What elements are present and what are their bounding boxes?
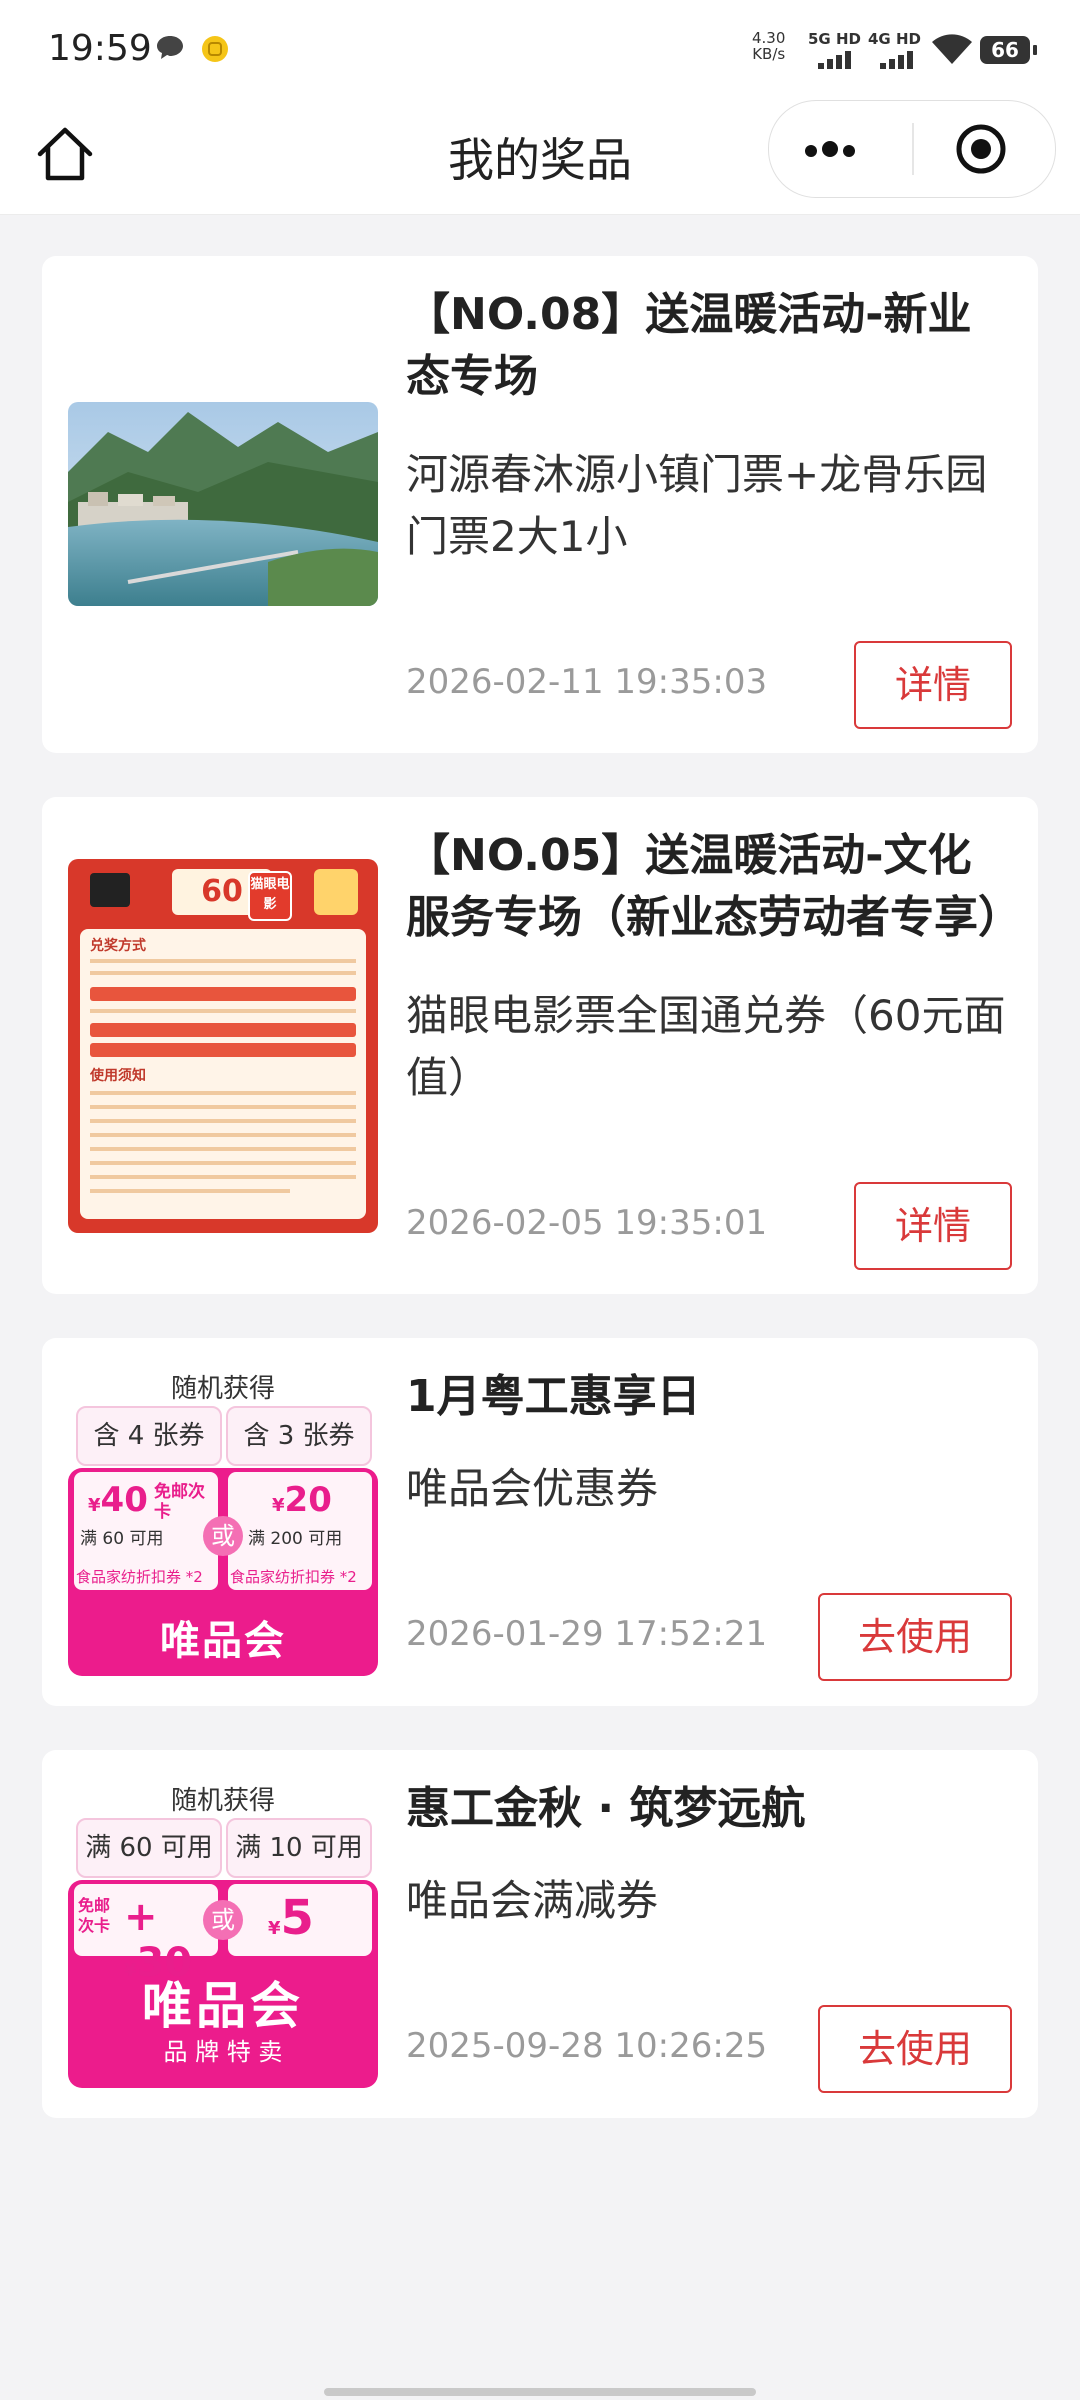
maoyan-thumbnail: 60 猫眼电影 兑奖方式 使用须知 [68, 859, 378, 1233]
vip-coupon-body: 免邮次卡 +¥30 ¥5 或 唯品会 品 牌 特 卖 [68, 1880, 378, 2088]
coupon-subtext: 食品家纺折扣券 *2 [76, 1568, 203, 1586]
coupon-tab: 满 10 可用 [226, 1818, 372, 1878]
prize-title: 【NO.08】送温暖活动-新业态专场 [406, 289, 972, 402]
vip-slogan: 品 牌 特 卖 [163, 2038, 283, 2066]
prize-date: 2026-02-11 19:35:03 [406, 662, 768, 702]
more-icon[interactable] [805, 129, 885, 169]
coupon-amount: 5 [280, 1890, 314, 1946]
rules-heading: 使用须知 [90, 1068, 146, 1084]
coupon-subtext: 食品家纺折扣券 *2 [230, 1568, 357, 1586]
thumb-header: 随机获得 [170, 1374, 275, 1404]
status-time: 19:59 [48, 28, 152, 69]
coupon-right: ¥5 [228, 1884, 372, 1956]
message-icon [157, 36, 183, 59]
prize-title: 【NO.05】送温暖活动-文化服务专场（新业态劳动者专享） [406, 830, 1022, 943]
detail-button[interactable]: 详情 [854, 641, 1012, 729]
rules-heading: 兑奖方式 [90, 938, 146, 954]
gesture-home-indicator[interactable] [324, 2388, 756, 2396]
vip-brand: 唯品会 [160, 1618, 286, 1664]
coupon-left: ¥40 免邮次卡 满 60 可用 食品家纺折扣券 *2 [74, 1472, 218, 1590]
coupon-condition: 满 60 可用 [80, 1529, 164, 1549]
free-shipping-card: 免邮次卡 [154, 1482, 205, 1522]
or-badge: 或 [203, 1516, 243, 1556]
popcorn-icon [314, 869, 358, 915]
prize-card: 60 猫眼电影 兑奖方式 使用须知 【NO.05】送温暖活动-文化服务专场（新业… [42, 797, 1038, 1294]
prize-date: 2025-09-28 10:26:25 [406, 2026, 768, 2066]
mini-program-capsule [768, 100, 1056, 198]
prize-card: 随机获得 含 4 张券 含 3 张券 ¥40 免邮次卡 满 60 可用 食品家纺… [42, 1338, 1038, 1706]
coin-icon [202, 36, 228, 62]
vip-coupon-thumbnail: 随机获得 含 4 张券 含 3 张券 ¥40 免邮次卡 满 60 可用 食品家纺… [68, 1368, 378, 1676]
battery-icon: 66 [980, 36, 1037, 64]
prize-date: 2026-02-05 19:35:01 [406, 1203, 768, 1243]
prize-title: 惠工金秋 · 筑梦远航 [406, 1783, 806, 1834]
vip-coupon-thumbnail: 随机获得 满 60 可用 满 10 可用 免邮次卡 +¥30 ¥5 或 唯品会 … [68, 1780, 378, 2088]
signal-label-2: 4G HD [868, 30, 921, 48]
coupon-amount: 40 [100, 1480, 148, 1520]
signal-bars-icon [880, 50, 920, 69]
detail-button[interactable]: 详情 [854, 1182, 1012, 1270]
prize-card: 【NO.08】送温暖活动-新业态专场 河源春沐源小镇门票+龙骨乐园门票2大1小 … [42, 256, 1038, 753]
prize-desc: 河源春沐源小镇门票+龙骨乐园门票2大1小 [406, 450, 988, 561]
free-shipping-card: 免邮次卡 [78, 1896, 111, 1935]
prize-date: 2026-01-29 17:52:21 [406, 1614, 768, 1654]
net-speed-unit: KB/s [752, 45, 786, 63]
vip-coupon-body: ¥40 免邮次卡 满 60 可用 食品家纺折扣券 *2 ¥20 满 200 可用… [68, 1468, 378, 1676]
net-speed: 4.30 KB/s [752, 30, 785, 62]
prize-desc: 唯品会满减券 [406, 1876, 659, 1925]
vip-brand: 唯品会 [142, 1977, 304, 2035]
net-speed-value: 4.30 [752, 29, 786, 47]
coupon-tab: 满 60 可用 [76, 1818, 222, 1878]
wifi-icon [932, 34, 972, 64]
coupon-right: ¥20 满 200 可用 食品家纺折扣券 *2 [228, 1472, 372, 1590]
coupon-left: 免邮次卡 +¥30 [74, 1884, 218, 1986]
coupon-tab: 含 4 张券 [76, 1406, 222, 1466]
maoyan-logo: 猫眼电影 [248, 871, 292, 921]
use-button[interactable]: 去使用 [818, 1593, 1012, 1681]
scenery-thumbnail [68, 402, 378, 606]
prize-desc: 猫眼电影票全国通兑券（60元面值） [406, 991, 1006, 1102]
prize-desc: 唯品会优惠券 [406, 1464, 659, 1513]
use-button[interactable]: 去使用 [818, 2005, 1012, 2093]
signal-bars-icon [818, 50, 858, 69]
coupon-rules-panel: 兑奖方式 使用须知 [80, 929, 366, 1219]
thumb-header: 随机获得 [170, 1786, 275, 1816]
signal-label-1: 5G HD [808, 30, 861, 48]
prize-title: 1月粤工惠享日 [406, 1371, 701, 1422]
close-miniprogram-icon[interactable] [955, 123, 1007, 175]
status-bar: 19:59 4.30 KB/s 5G HD 4G HD 66 [0, 0, 1080, 100]
prize-card: 随机获得 满 60 可用 满 10 可用 免邮次卡 +¥30 ¥5 或 唯品会 … [42, 1750, 1038, 2118]
clapper-icon [90, 873, 130, 907]
or-badge: 或 [203, 1900, 243, 1940]
coupon-amount: 20 [284, 1480, 332, 1520]
nav-bar: 我的奖品 [0, 100, 1080, 215]
coupon-tab: 含 3 张券 [226, 1406, 372, 1466]
capsule-divider [912, 123, 914, 175]
coupon-condition: 满 200 可用 [248, 1529, 343, 1549]
